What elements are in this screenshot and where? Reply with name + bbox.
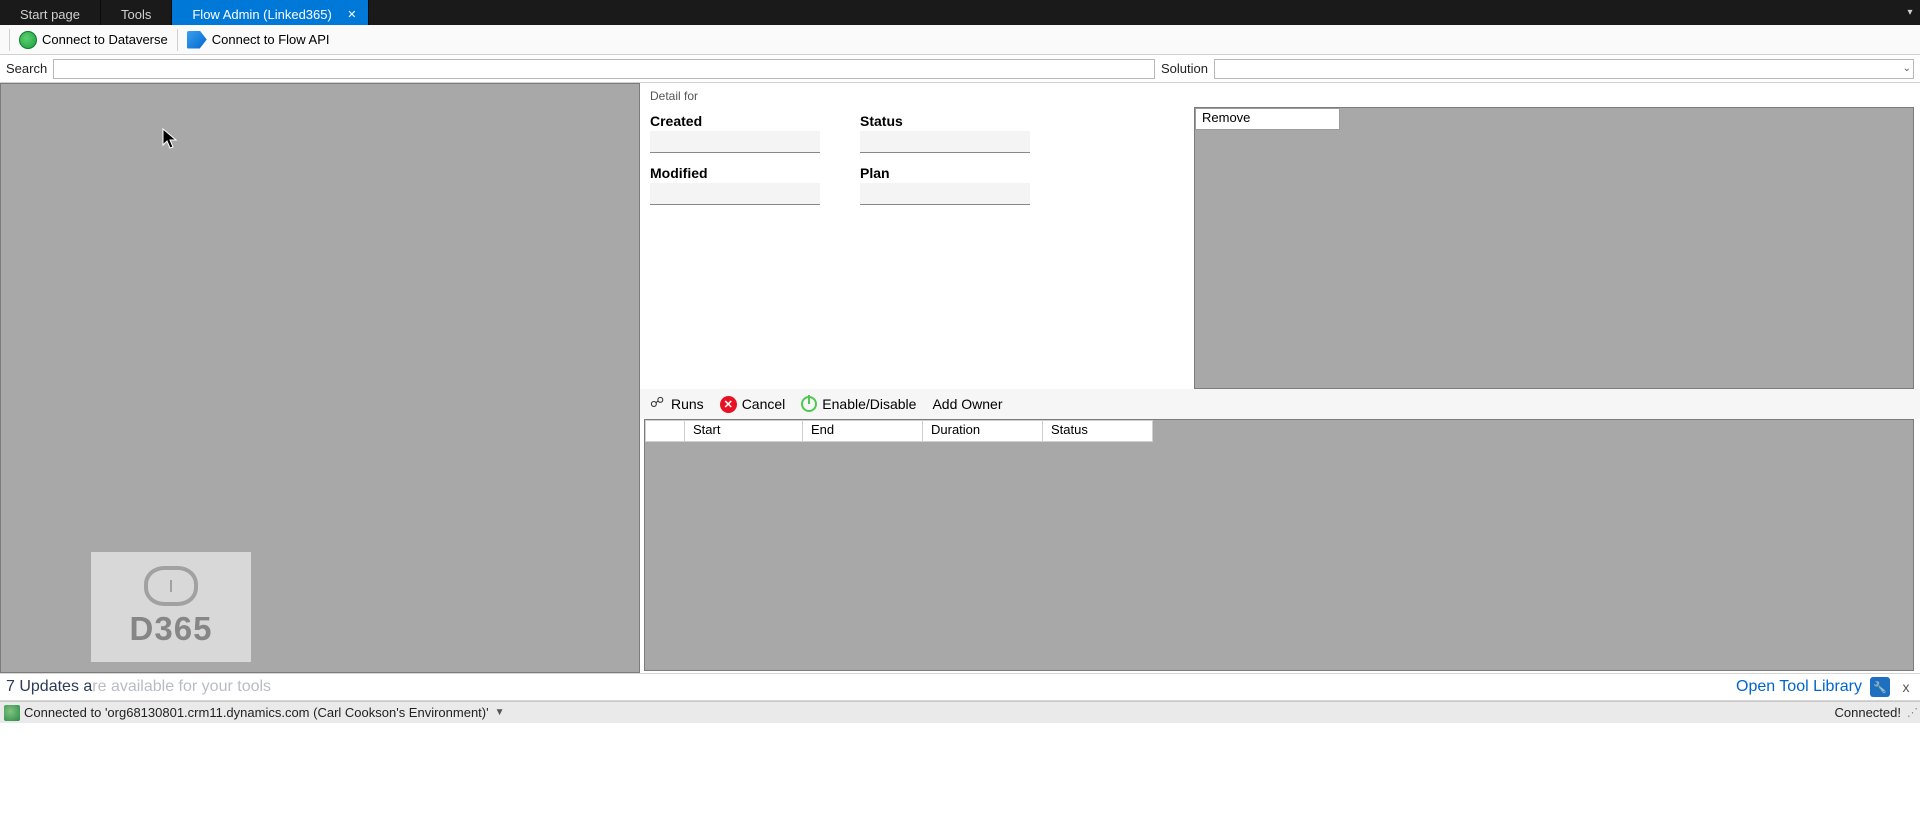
watermark: D365 [91,552,251,662]
modified-label: Modified [650,165,820,181]
tab-bar: Start page Tools Flow Admin (Linked365) … [0,0,1920,25]
remove-column-header[interactable]: Remove [1195,108,1340,130]
button-label: Connect to Dataverse [42,32,168,47]
owners-panel[interactable]: Remove [1194,107,1914,389]
tool-library-icon[interactable]: 🔧 [1870,677,1890,697]
runs-table-header: Start End Duration Status [645,420,1153,442]
main-area: D365 Detail for Created Modified [0,83,1920,673]
tab-label: Start page [20,7,80,22]
open-tool-library-link[interactable]: Open Tool Library [1736,678,1862,696]
toolbar: Connect to Dataverse Connect to Flow API [0,25,1920,55]
tab-label: Flow Admin (Linked365) [192,7,331,22]
resize-grip-icon[interactable]: ⋰ [1907,706,1916,719]
connection-icon [4,705,20,721]
plan-label: Plan [860,165,1030,181]
search-label: Search [6,61,47,76]
tab-flow-admin[interactable]: Flow Admin (Linked365) ✕ [172,0,368,25]
connection-dropdown-icon[interactable]: ▼ [495,707,505,718]
cancel-button[interactable]: ✕ Cancel [720,396,786,413]
solution-dropdown[interactable]: ⌄ [1214,59,1914,79]
chevron-down-icon: ⌄ [1903,63,1911,74]
tab-start-page[interactable]: Start page [0,0,101,25]
updates-close-button[interactable]: x [1898,679,1914,695]
tab-label: Tools [121,7,151,22]
connection-text[interactable]: Connected to 'org68130801.crm11.dynamics… [24,705,489,720]
plan-field[interactable] [860,183,1030,205]
detail-groupbox-title: Detail for [650,89,1914,103]
enable-disable-button[interactable]: Enable/Disable [801,396,916,412]
button-label: Cancel [742,396,786,412]
button-label: Add Owner [932,396,1002,412]
detail-panel: Detail for Created Modified [640,83,1920,673]
watermark-icon [144,566,198,606]
runs-icon [650,396,666,412]
dataverse-icon [19,31,37,49]
tab-close-icon[interactable]: ✕ [344,7,360,23]
button-label: Enable/Disable [822,396,916,412]
action-bar: Runs ✕ Cancel Enable/Disable Add Owner [640,389,1920,419]
runs-col-duration[interactable]: Duration [923,420,1043,442]
modified-field[interactable] [650,183,820,205]
runs-col-end[interactable]: End [803,420,923,442]
status-field[interactable] [860,131,1030,153]
updates-bar: 7 Updates are available for your tools O… [0,673,1920,701]
status-bar: Connected to 'org68130801.crm11.dynamics… [0,701,1920,723]
cancel-icon: ✕ [720,396,737,413]
status-label: Status [860,113,1030,129]
tab-tools[interactable]: Tools [101,0,172,25]
created-field[interactable] [650,131,820,153]
solution-label: Solution [1161,61,1208,76]
detail-fields: Created Modified Status [646,107,1186,389]
runs-table[interactable]: Start End Duration Status [644,419,1914,671]
tab-overflow-icon[interactable]: ▾ [1900,0,1920,25]
connect-dataverse-button[interactable]: Connect to Dataverse [13,29,174,51]
runs-col-blank[interactable] [645,420,685,442]
connected-status: Connected! [1835,705,1902,720]
search-row: Search Solution ⌄ [0,55,1920,83]
watermark-text: D365 [130,610,213,648]
connect-flow-api-button[interactable]: Connect to Flow API [181,29,336,51]
runs-col-status[interactable]: Status [1043,420,1153,442]
runs-col-start[interactable]: Start [685,420,803,442]
updates-text: 7 Updates are available for your tools [6,678,271,696]
runs-button[interactable]: Runs [650,396,704,412]
button-label: Connect to Flow API [212,32,330,47]
flow-api-icon [187,31,207,49]
flow-list-panel[interactable]: D365 [0,83,640,673]
search-input[interactable] [53,59,1155,79]
power-icon [801,396,817,412]
created-label: Created [650,113,820,129]
add-owner-button[interactable]: Add Owner [932,396,1002,412]
button-label: Runs [671,396,704,412]
